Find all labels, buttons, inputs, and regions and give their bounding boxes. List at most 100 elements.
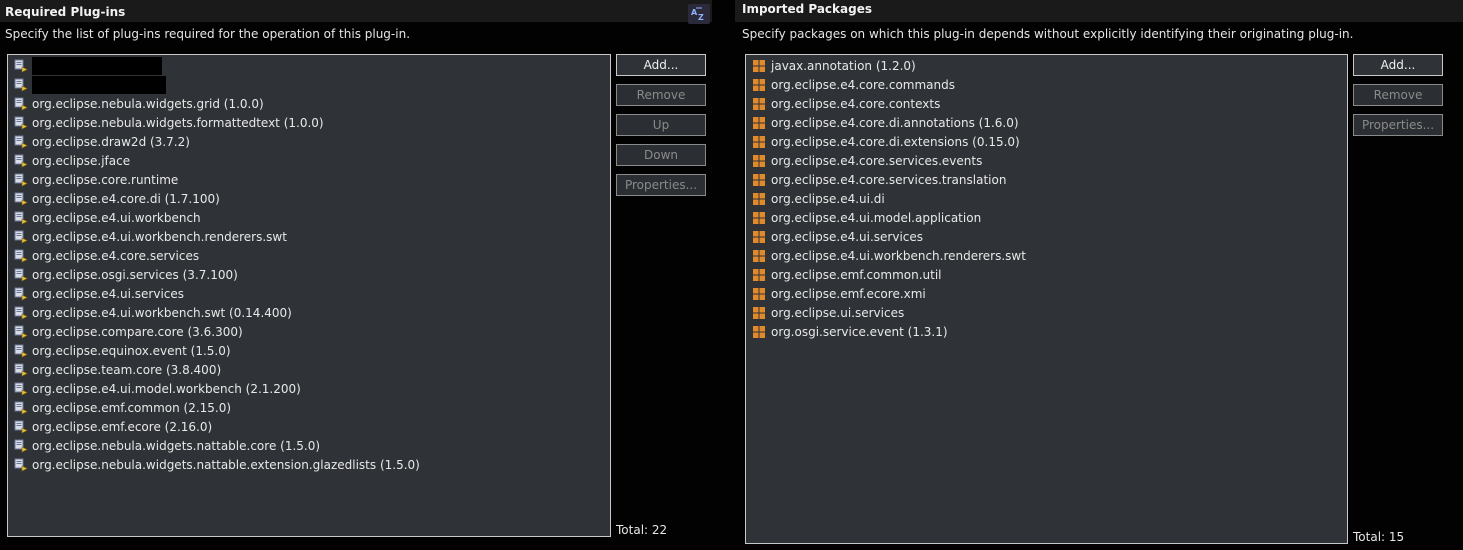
list-item[interactable]: org.eclipse.emf.common.util <box>746 265 1347 284</box>
list-item[interactable]: org.eclipse.e4.ui.model.workbench (2.1.2… <box>8 379 610 398</box>
list-item[interactable]: org.eclipse.e4.core.services.translation <box>746 170 1347 189</box>
remove-plugin-button[interactable]: Remove <box>616 84 706 106</box>
list-item-label: org.eclipse.nebula.widgets.nattable.core… <box>32 438 321 453</box>
plugin-icon <box>14 325 28 338</box>
list-item[interactable]: org.eclipse.ui.services <box>746 303 1347 322</box>
list-item[interactable]: org.eclipse.nebula.widgets.nattable.exte… <box>8 455 610 474</box>
plugin-icon <box>14 97 28 110</box>
plugin-icon <box>14 458 28 471</box>
package-icon <box>753 306 765 319</box>
list-item[interactable]: org.eclipse.equinox.event (1.5.0) <box>8 341 610 360</box>
list-item-label: org.eclipse.e4.ui.workbench.swt (0.14.40… <box>32 305 292 320</box>
package-icon <box>753 116 765 129</box>
plugin-icon <box>14 439 28 452</box>
list-item[interactable]: org.eclipse.emf.common (2.15.0) <box>8 398 610 417</box>
list-item[interactable]: org.eclipse.e4.ui.workbench.swt (0.14.40… <box>8 303 610 322</box>
plugin-icon <box>14 59 28 72</box>
plugin-icon <box>14 344 28 357</box>
svg-text:A: A <box>691 8 698 17</box>
list-item-label: org.eclipse.draw2d (3.7.2) <box>32 134 190 149</box>
list-item[interactable]: org.eclipse.draw2d (3.7.2) <box>8 132 610 151</box>
imported-packages-total: Total: 15 <box>1353 530 1405 544</box>
list-item-label: org.eclipse.compare.core (3.6.300) <box>32 324 243 339</box>
list-item[interactable]: org.eclipse.osgi.services (3.7.100) <box>8 265 610 284</box>
package-icon <box>753 173 765 186</box>
list-item-label: org.eclipse.nebula.widgets.nattable.exte… <box>32 457 420 472</box>
list-item-label: org.eclipse.e4.ui.services <box>771 229 924 244</box>
list-item[interactable] <box>8 56 610 75</box>
imported-packages-rows: javax.annotation (1.2.0) org.eclipse.e4.c… <box>746 56 1347 341</box>
list-item[interactable]: org.eclipse.e4.ui.di <box>746 189 1347 208</box>
list-item[interactable]: org.eclipse.team.core (3.8.400) <box>8 360 610 379</box>
imported-packages-list[interactable]: javax.annotation (1.2.0) org.eclipse.e4.c… <box>745 54 1348 544</box>
list-item[interactable]: org.eclipse.e4.ui.workbench.renderers.sw… <box>746 246 1347 265</box>
imported-packages-section: Imported Packages Specify packages on wh… <box>735 0 1463 550</box>
sort-alphabetically-button[interactable]: A Z <box>688 4 710 24</box>
list-item[interactable]: org.eclipse.core.runtime <box>8 170 610 189</box>
list-item[interactable]: org.eclipse.nebula.widgets.formattedtext… <box>8 113 610 132</box>
list-item[interactable]: org.eclipse.nebula.widgets.grid (1.0.0) <box>8 94 610 113</box>
list-item[interactable]: org.eclipse.e4.core.services.events <box>746 151 1347 170</box>
list-item-label: org.eclipse.e4.ui.di <box>771 191 885 206</box>
svg-text:Z: Z <box>698 13 704 22</box>
required-plugins-header: Required Plug-ins <box>0 0 712 22</box>
sort-az-icon: A Z <box>691 7 704 22</box>
required-plugins-total: Total: 22 <box>616 523 668 537</box>
plugin-icon <box>14 363 28 376</box>
required-plugins-section: Required Plug-ins A Z Specify the list o… <box>0 0 718 550</box>
list-item-label: org.eclipse.e4.core.contexts <box>771 96 941 111</box>
plugin-icon <box>14 78 28 91</box>
plugin-icon <box>14 135 28 148</box>
add-plugin-button[interactable]: Add... <box>616 54 706 76</box>
move-up-button[interactable]: Up <box>616 114 706 136</box>
list-item[interactable]: org.eclipse.e4.core.di.extensions (0.15.… <box>746 132 1347 151</box>
package-icon <box>753 135 765 148</box>
plugin-dependencies-page: Required Plug-ins A Z Specify the list o… <box>0 0 1463 550</box>
list-item[interactable]: org.eclipse.nebula.widgets.nattable.core… <box>8 436 610 455</box>
required-plugins-list[interactable]: org.eclipse.nebula.widgets.grid (1.0.0) o… <box>7 54 611 537</box>
list-item[interactable]: org.eclipse.e4.core.di.annotations (1.6.… <box>746 113 1347 132</box>
list-item[interactable]: org.eclipse.e4.core.commands <box>746 75 1347 94</box>
list-item-label: org.eclipse.e4.core.services.events <box>771 153 983 168</box>
imported-packages-description: Specify packages on which this plug-in d… <box>742 27 1354 41</box>
list-item[interactable]: org.eclipse.compare.core (3.6.300) <box>8 322 610 341</box>
redacted-block <box>32 56 162 75</box>
list-item-label: org.eclipse.e4.ui.workbench.renderers.sw… <box>771 248 1026 263</box>
imported-packages-header: Imported Packages <box>735 0 1463 22</box>
list-item-label: org.eclipse.equinox.event (1.5.0) <box>32 343 231 358</box>
list-item[interactable]: org.eclipse.e4.ui.services <box>746 227 1347 246</box>
list-item[interactable]: org.osgi.service.event (1.3.1) <box>746 322 1347 341</box>
list-item[interactable]: org.eclipse.e4.core.contexts <box>746 94 1347 113</box>
move-down-button[interactable]: Down <box>616 144 706 166</box>
list-item[interactable]: org.eclipse.e4.ui.services <box>8 284 610 303</box>
list-item[interactable]: org.eclipse.e4.core.di (1.7.100) <box>8 189 610 208</box>
add-package-button[interactable]: Add... <box>1353 54 1443 76</box>
list-item-label: org.eclipse.emf.common (2.15.0) <box>32 400 232 415</box>
plugin-properties-button[interactable]: Properties... <box>616 174 706 196</box>
list-item[interactable]: javax.annotation (1.2.0) <box>746 56 1347 75</box>
list-item[interactable]: org.eclipse.e4.ui.workbench <box>8 208 610 227</box>
list-item-label: org.eclipse.e4.core.di (1.7.100) <box>32 191 220 206</box>
list-item[interactable]: org.eclipse.e4.ui.model.application <box>746 208 1347 227</box>
package-icon <box>753 154 765 167</box>
list-item-label: org.eclipse.e4.ui.model.workbench (2.1.2… <box>32 381 301 396</box>
list-item[interactable]: org.eclipse.emf.ecore.xmi <box>746 284 1347 303</box>
list-item[interactable]: org.eclipse.e4.ui.workbench.renderers.sw… <box>8 227 610 246</box>
package-icon <box>753 192 765 205</box>
package-icon <box>753 59 765 72</box>
list-item-label: org.eclipse.team.core (3.8.400) <box>32 362 222 377</box>
list-item[interactable] <box>8 75 610 94</box>
list-item[interactable]: org.eclipse.jface <box>8 151 610 170</box>
list-item-label: org.eclipse.e4.core.commands <box>771 77 955 92</box>
list-item-label: org.eclipse.emf.common.util <box>771 267 942 282</box>
list-item-label: javax.annotation (1.2.0) <box>771 58 916 73</box>
plugin-icon <box>14 192 28 205</box>
package-icon <box>753 211 765 224</box>
required-plugins-title: Required Plug-ins <box>5 5 126 19</box>
remove-package-button[interactable]: Remove <box>1353 84 1443 106</box>
list-item[interactable]: org.eclipse.emf.ecore (2.16.0) <box>8 417 610 436</box>
list-item[interactable]: org.eclipse.e4.core.services <box>8 246 610 265</box>
list-item-label: org.osgi.service.event (1.3.1) <box>771 324 948 339</box>
redacted-block <box>32 75 166 94</box>
package-properties-button[interactable]: Properties... <box>1353 114 1443 136</box>
